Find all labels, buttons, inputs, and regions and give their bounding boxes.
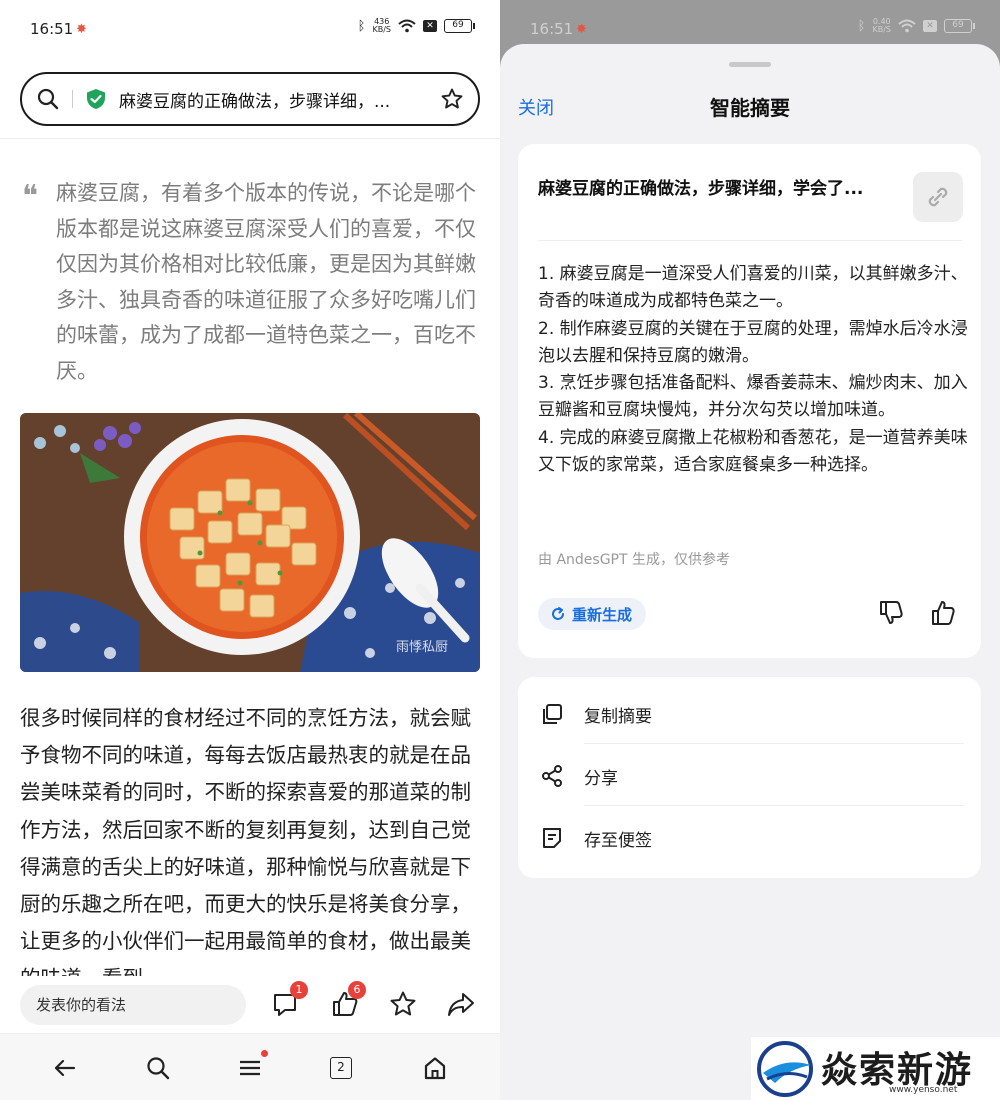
summary-pane: 16:51 ✸ ᛒ 0.40 KB/S ✕ 69 关闭 智能摘要 麻婆豆腐的正确做… <box>500 0 1000 1100</box>
status-bar: 16:51 ✸ ᛒ 436 KB/S ✕ 69 <box>0 0 500 62</box>
back-arrow-icon[interactable] <box>52 1055 78 1081</box>
article-body: 很多时候同样的食材经过不同的烹饪方法，就会赋予食物不同的味道，每每去饭店最热衷的… <box>20 706 471 976</box>
battery-icon: 69 <box>944 19 975 33</box>
home-icon[interactable] <box>422 1055 448 1081</box>
quote-icon: ❝ <box>22 179 39 214</box>
battery-icon: 69 <box>444 19 475 33</box>
note-icon <box>543 828 561 848</box>
share-arrow-icon[interactable] <box>446 989 476 1019</box>
divider <box>72 90 73 108</box>
browser-pane: 16:51 ✸ ᛒ 436 KB/S ✕ 69 麻婆豆腐的正确做法，步骤详细，..… <box>0 0 500 1100</box>
summary-point: 1. 麻婆豆腐是一道深受人们喜爱的川菜，以其鲜嫩多汁、奇香的味道成为成都特色菜之… <box>538 264 968 312</box>
regenerate-button[interactable]: 重新生成 <box>538 598 647 630</box>
secure-shield-icon <box>87 89 105 109</box>
status-time: 16:51 <box>530 20 574 38</box>
search-icon[interactable] <box>145 1055 171 1081</box>
tabs-button[interactable]: 2 <box>330 1057 352 1079</box>
action-label: 存至便签 <box>584 831 652 851</box>
divider <box>584 805 964 806</box>
link-icon <box>928 187 948 207</box>
action-label: 复制摘要 <box>584 707 652 727</box>
summary-point: 2. 制作麻婆豆腐的关键在于豆腐的处理，需焯水后冷水浸泡以去腥和保持豆腐的嫩滑。 <box>538 318 968 366</box>
network-speed: 0.40 KB/S <box>872 18 891 34</box>
summary-card: 麻婆豆腐的正确做法，步骤详细，学会了... 1. 麻婆豆腐是一道深受人们喜爱的川… <box>518 144 981 658</box>
photo-watermark: 雨悸私厨 <box>396 640 449 655</box>
divider <box>0 138 500 139</box>
thumbs-up-icon[interactable] <box>929 599 957 627</box>
share-action[interactable]: 分享 <box>518 746 981 806</box>
summary-point: 4. 完成的麻婆豆腐撒上花椒粉和香葱花，是一道营养美味又下饭的家常菜，适合家庭餐… <box>538 427 968 476</box>
sheet-title: 智能摘要 <box>710 96 790 120</box>
refresh-icon <box>552 607 564 620</box>
divider <box>538 240 962 241</box>
article-quote: 麻婆豆腐，有着多个版本的传说，不论是哪个版本都是说这麻婆豆腐深受人们的喜爱，不仅… <box>56 181 476 383</box>
address-bar[interactable]: 麻婆豆腐的正确做法，步骤详细，... <box>20 72 480 126</box>
bluetooth-icon: ᛒ <box>857 18 866 34</box>
status-time: 16:51 <box>30 20 74 38</box>
copy-summary-action[interactable]: 复制摘要 <box>518 684 981 744</box>
generation-disclaimer: 由 AndesGPT 生成，仅供参考 <box>538 552 730 568</box>
bookmark-star-icon[interactable] <box>440 87 464 111</box>
copy-icon <box>543 704 562 724</box>
action-label: 分享 <box>584 769 618 789</box>
speed-unit: KB/S <box>372 25 391 34</box>
divider <box>584 743 964 744</box>
search-icon[interactable] <box>36 87 60 111</box>
like-count-badge: 6 <box>348 981 366 999</box>
save-to-notes-action[interactable]: 存至便签 <box>518 808 981 868</box>
menu-icon[interactable] <box>237 1055 263 1081</box>
share-icon <box>542 765 562 787</box>
comment-input[interactable]: 发表你的看法 <box>20 985 246 1025</box>
watermark-url: www.yenso.net <box>889 1085 958 1095</box>
article-title: 麻婆豆腐的正确做法，步骤详细，学会了... <box>538 179 864 199</box>
sheet-drag-handle[interactable] <box>729 62 771 67</box>
page-title[interactable]: 麻婆豆腐的正确做法，步骤详细，... <box>119 87 440 112</box>
regenerate-label: 重新生成 <box>572 605 633 624</box>
favorite-star-icon[interactable] <box>388 989 418 1019</box>
watermark-logo-icon <box>757 1041 813 1097</box>
actions-card: 复制摘要 分享 存至便签 <box>518 677 981 878</box>
network-speed: 436 KB/S <box>372 18 391 34</box>
wifi-icon <box>398 19 416 33</box>
sim-icon: ✕ <box>423 20 437 32</box>
wifi-icon <box>898 19 916 33</box>
app-notification-icon: ✸ <box>76 22 87 37</box>
menu-notification-dot <box>261 1050 268 1057</box>
summary-text: 1. 麻婆豆腐是一道深受人们喜爱的川菜，以其鲜嫩多汁、奇香的味道成为成都特色菜之… <box>538 261 968 479</box>
bluetooth-icon: ᛒ <box>357 18 366 34</box>
site-watermark: 焱索新游网 www.yenso.net <box>751 1037 1000 1100</box>
mapo-tofu-image <box>20 413 480 672</box>
summary-sheet: 关闭 智能摘要 麻婆豆腐的正确做法，步骤详细，学会了... 1. 麻婆豆腐是一道… <box>500 44 1000 1100</box>
speed-unit: KB/S <box>872 25 891 34</box>
sim-icon: ✕ <box>923 20 937 32</box>
app-notification-icon: ✸ <box>576 22 587 37</box>
open-link-button[interactable] <box>913 172 963 222</box>
thumbs-down-icon[interactable] <box>877 599 905 627</box>
summary-point: 3. 烹饪步骤包括准备配料、爆香姜蒜末、煸炒肉末、加入豆瓣酱和豆腐块慢炖，并分次… <box>538 373 968 421</box>
comment-count-badge: 1 <box>290 981 308 999</box>
article-photo[interactable] <box>20 413 480 672</box>
